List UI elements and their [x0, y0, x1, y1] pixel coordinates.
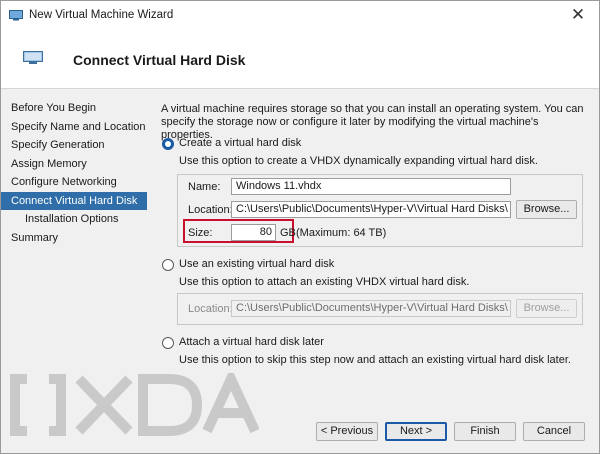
create-disk-radio[interactable]: [162, 138, 174, 150]
nav-step-configure-networking[interactable]: Configure Networking: [1, 173, 147, 192]
xda-logo-icon: [10, 367, 260, 436]
title-bar[interactable]: New Virtual Machine Wizard ✕: [1, 1, 599, 31]
name-label: Name:: [188, 181, 221, 193]
existing-browse-button[interactable]: Browse...: [516, 299, 577, 318]
wizard-steps-nav: Before You Begin Specify Name and Locati…: [1, 99, 147, 247]
name-input[interactable]: Windows 11.vhdx: [231, 178, 511, 195]
location-input[interactable]: C:\Users\Public\Documents\Hyper-V\Virtua…: [231, 201, 511, 218]
finish-button[interactable]: Finish: [454, 422, 516, 441]
xda-watermark: [9, 367, 260, 440]
existing-disk-description: Use this option to attach an existing VH…: [179, 276, 470, 288]
existing-location-input[interactable]: C:\Users\Public\Documents\Hyper-V\Virtua…: [231, 300, 511, 317]
close-icon: ✕: [570, 5, 586, 24]
wizard-window: New Virtual Machine Wizard ✕ Connect Vir…: [0, 0, 600, 454]
wizard-header: Connect Virtual Hard Disk: [1, 31, 599, 89]
virtual-machine-icon: [9, 10, 23, 21]
existing-disk-label: Use an existing virtual hard disk: [179, 258, 335, 270]
create-disk-label: Create a virtual hard disk: [179, 137, 302, 149]
window-title: New Virtual Machine Wizard: [29, 9, 174, 21]
size-input[interactable]: 80: [231, 224, 276, 241]
existing-location-label: Location:: [188, 303, 233, 315]
previous-button[interactable]: < Previous: [316, 422, 378, 441]
location-label: Location:: [188, 204, 233, 216]
size-unit: GB: [280, 227, 296, 239]
nav-step-assign-memory[interactable]: Assign Memory: [1, 155, 147, 174]
size-label: Size:: [188, 227, 213, 239]
browse-button[interactable]: Browse...: [516, 200, 577, 219]
close-button[interactable]: ✕: [557, 1, 599, 31]
attach-later-description: Use this option to skip this step now an…: [179, 354, 571, 366]
existing-disk-radio[interactable]: [162, 259, 174, 271]
cancel-button[interactable]: Cancel: [523, 422, 585, 441]
virtual-hard-disk-icon: [23, 51, 43, 64]
create-disk-description: Use this option to create a VHDX dynamic…: [179, 155, 538, 167]
attach-later-label: Attach a virtual hard disk later: [179, 336, 324, 348]
next-button[interactable]: Next >: [385, 422, 447, 441]
nav-step-connect-virtual-hard-disk[interactable]: Connect Virtual Hard Disk: [1, 191, 147, 210]
size-maximum: (Maximum: 64 TB): [296, 227, 387, 239]
nav-step-before-you-begin[interactable]: Before You Begin: [1, 99, 147, 118]
nav-step-installation-options[interactable]: Installation Options: [1, 210, 147, 229]
nav-step-specify-generation[interactable]: Specify Generation: [1, 136, 147, 155]
nav-step-summary[interactable]: Summary: [1, 229, 147, 248]
attach-later-radio[interactable]: [162, 337, 174, 349]
nav-step-specify-name-and-location[interactable]: Specify Name and Location: [1, 118, 147, 137]
page-title: Connect Virtual Hard Disk: [73, 52, 246, 68]
